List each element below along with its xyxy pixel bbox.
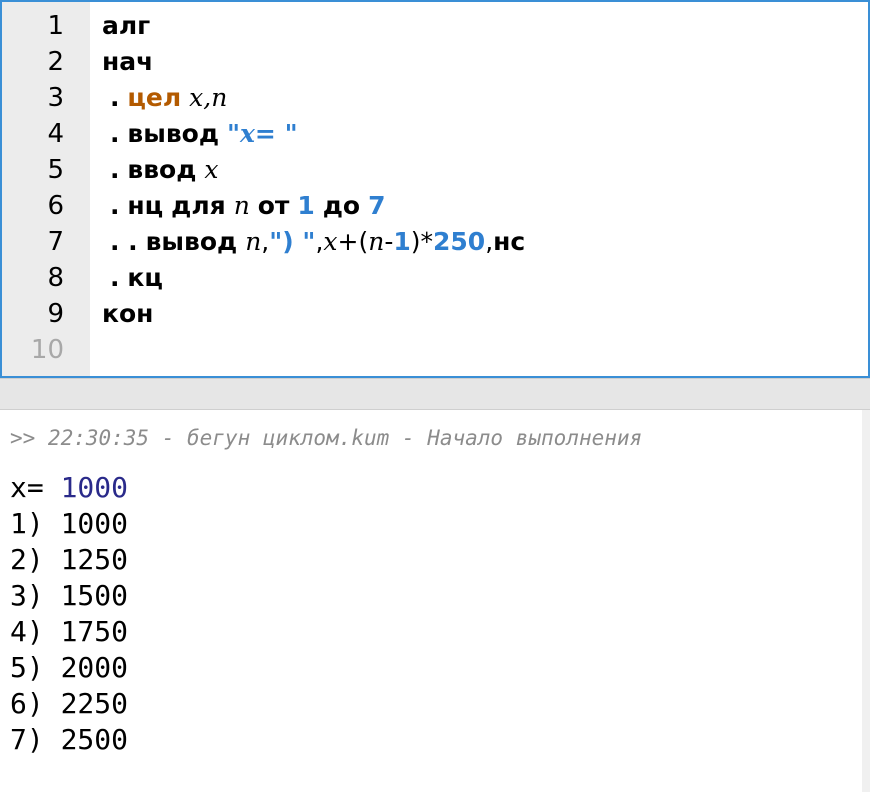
operator: )* xyxy=(410,227,434,256)
comma: , xyxy=(485,227,494,256)
keyword: для xyxy=(171,191,226,220)
variable: x xyxy=(204,155,219,184)
console-output-line: 3) 1500 xyxy=(10,579,129,612)
code-line-7[interactable]: . . вывод n,") ",x+(n-1)*250,нс xyxy=(102,224,525,260)
code-line-9[interactable]: кон xyxy=(102,296,153,332)
console-log-line: >> 22:30:35 - бегун циклом.kum - Начало … xyxy=(10,426,643,450)
operator: - xyxy=(384,227,394,256)
keyword: нц xyxy=(127,191,164,220)
variable: n xyxy=(245,227,262,256)
indent-dot: . xyxy=(109,119,120,148)
code-line-2[interactable]: нач xyxy=(102,44,153,80)
pane-splitter[interactable] xyxy=(0,378,870,410)
variable: x xyxy=(323,227,338,256)
string-quote: " xyxy=(284,119,298,148)
keyword: ввод xyxy=(127,155,197,184)
line-number: 8 xyxy=(47,263,64,293)
keyword: от xyxy=(257,191,290,220)
indent-dot: . xyxy=(109,263,120,292)
number-literal: 1 xyxy=(297,191,315,220)
string-quote: " xyxy=(226,119,241,148)
code-line-3[interactable]: . цел x,n xyxy=(102,80,227,116)
console-output-line: 1) 1000 xyxy=(10,507,129,540)
operator: +( xyxy=(337,227,369,256)
string-literal: ") " xyxy=(269,227,316,256)
line-number: 2 xyxy=(47,47,64,77)
code-line-5[interactable]: . ввод x xyxy=(102,152,219,188)
keyword: кон xyxy=(102,299,154,328)
variable-list: x,n xyxy=(189,83,228,112)
console-scrollbar[interactable] xyxy=(862,410,870,792)
console-input-line: x= 1000 xyxy=(10,470,128,506)
number-literal: 7 xyxy=(368,191,386,220)
console-output-line: 2) 1250 xyxy=(10,543,129,576)
keyword: кц xyxy=(127,263,163,292)
variable: n xyxy=(233,191,250,220)
type-keyword: цел xyxy=(127,83,182,112)
indent-dot: . xyxy=(109,191,120,220)
string-literal: = xyxy=(254,119,285,148)
line-number: 1 xyxy=(47,11,64,41)
code-editor[interactable]: 1 2 3 4 5 6 7 8 9 10 алг нач . цел x,n .… xyxy=(0,0,870,378)
keyword: нач xyxy=(102,47,154,76)
code-line-8[interactable]: . кц xyxy=(102,260,163,296)
number-literal: 1 xyxy=(393,227,411,256)
number-literal: 250 xyxy=(433,227,486,256)
console-output-line: 4) 1750 xyxy=(10,615,129,648)
indent-dot: . xyxy=(109,155,120,184)
keyword: вывод xyxy=(145,227,238,256)
line-number: 9 xyxy=(47,299,64,329)
indent-dot: . xyxy=(109,83,120,112)
keyword: до xyxy=(322,191,361,220)
console-output-line: 5) 2000 xyxy=(10,651,129,684)
line-number: 7 xyxy=(47,227,64,257)
line-number-gutter: 1 2 3 4 5 6 7 8 9 10 xyxy=(2,2,90,376)
line-number: 6 xyxy=(47,191,64,221)
line-number: 3 xyxy=(47,83,64,113)
code-line-6[interactable]: . нц для n от 1 до 7 xyxy=(102,188,386,224)
string-literal: x xyxy=(240,119,255,148)
line-number: 4 xyxy=(47,119,64,149)
indent-dots: . . xyxy=(109,227,138,256)
console-output-line: 6) 2250 xyxy=(10,687,129,720)
line-number: 5 xyxy=(47,155,64,185)
line-number: 10 xyxy=(30,335,64,365)
keyword: алг xyxy=(102,11,151,40)
output-console[interactable]: >> 22:30:35 - бегун циклом.kum - Начало … xyxy=(0,410,862,792)
keyword: вывод xyxy=(127,119,220,148)
code-line-1[interactable]: алг xyxy=(102,8,150,44)
console-output-line: 7) 2500 xyxy=(10,723,129,756)
variable: n xyxy=(368,227,385,256)
keyword: нс xyxy=(493,227,526,256)
input-prompt: x= xyxy=(10,471,61,504)
input-value: 1000 xyxy=(60,471,129,504)
code-line-4[interactable]: . вывод "x= " xyxy=(102,116,298,152)
